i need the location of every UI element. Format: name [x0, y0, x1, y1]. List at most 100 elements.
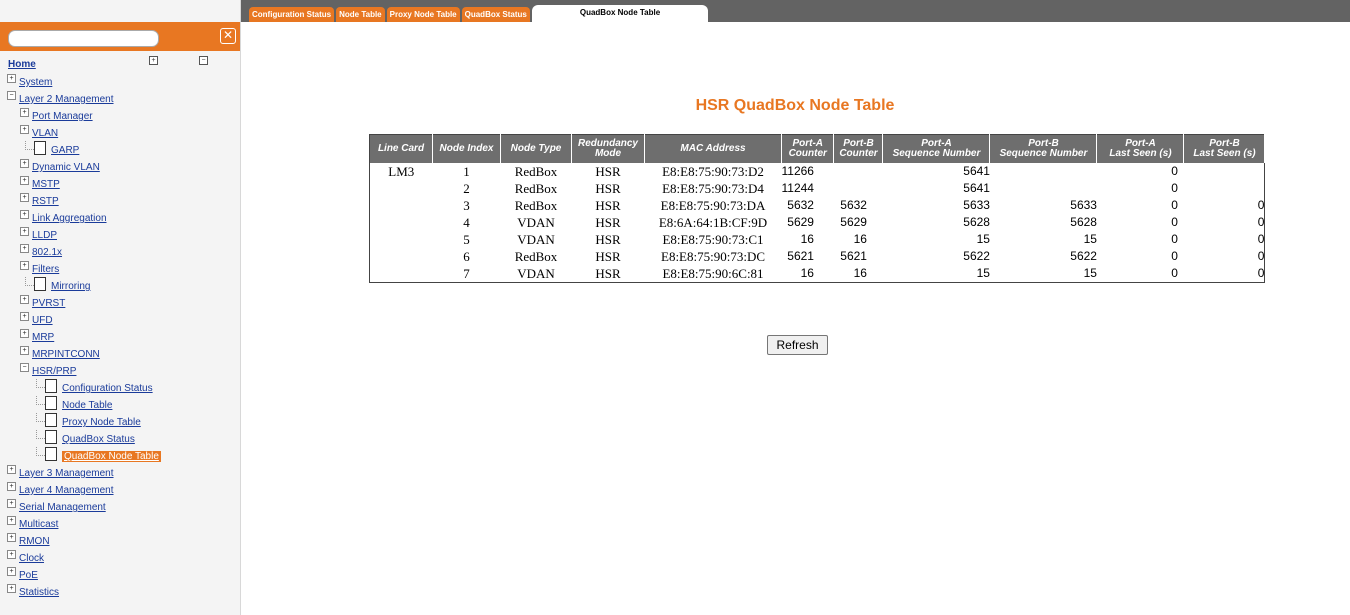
- sidebar-item-garp[interactable]: GARP: [0, 141, 240, 158]
- collapse-icon[interactable]: −: [20, 363, 29, 372]
- sidebar-item-system[interactable]: + System: [0, 73, 240, 90]
- sidebar-item-label[interactable]: GARP: [51, 145, 79, 156]
- expand-icon[interactable]: +: [20, 108, 29, 117]
- sidebar-item-label[interactable]: QuadBox Node Table: [62, 451, 161, 462]
- sidebar-item-label[interactable]: Configuration Status: [62, 383, 153, 394]
- sidebar-item-serial-management[interactable]: + Serial Management: [0, 498, 240, 515]
- tab-quadbox-status[interactable]: QuadBox Status: [461, 7, 530, 22]
- sidebar-item-label[interactable]: Port Manager: [32, 111, 93, 122]
- sidebar-item-mrp[interactable]: + MRP: [0, 328, 240, 345]
- sidebar-item-label[interactable]: MRP: [32, 332, 54, 343]
- sidebar-item-label[interactable]: 802.1x: [32, 247, 62, 258]
- sidebar-item-label[interactable]: QuadBox Status: [62, 434, 135, 445]
- collapse-icon[interactable]: −: [7, 91, 16, 100]
- sidebar-item-label[interactable]: Clock: [19, 553, 44, 564]
- sidebar-item-label[interactable]: MRPINTCONN: [32, 349, 100, 360]
- sidebar-item-label[interactable]: LLDP: [32, 230, 57, 241]
- sidebar-item-lldp[interactable]: + LLDP: [0, 226, 240, 243]
- sidebar-item-label[interactable]: Statistics: [19, 587, 59, 598]
- tab-configuration-status[interactable]: Configuration Status: [249, 7, 335, 22]
- expand-icon[interactable]: +: [20, 193, 29, 202]
- sidebar-item-mstp[interactable]: + MSTP: [0, 175, 240, 192]
- document-icon: [45, 430, 57, 444]
- expand-icon[interactable]: +: [7, 465, 16, 474]
- sidebar-search-input[interactable]: [8, 30, 159, 47]
- sidebar-item-proxy-node-table[interactable]: Proxy Node Table: [0, 413, 240, 430]
- sidebar-item-quadbox-node-table[interactable]: QuadBox Node Table: [0, 447, 240, 464]
- sidebar-item-label[interactable]: RMON: [19, 536, 50, 547]
- sidebar-item-dynamic-vlan[interactable]: + Dynamic VLAN: [0, 158, 240, 175]
- sidebar-item-pvrst[interactable]: + PVRST: [0, 294, 240, 311]
- sidebar-item-filters[interactable]: + Filters: [0, 260, 240, 277]
- table-cell: 0: [1257, 215, 1265, 229]
- expand-icon[interactable]: +: [7, 516, 16, 525]
- sidebar-item-label[interactable]: PVRST: [32, 298, 65, 309]
- sidebar-item-label[interactable]: RSTP: [32, 196, 59, 207]
- sidebar-item-label[interactable]: Link Aggregation: [32, 213, 107, 224]
- expand-icon[interactable]: +: [7, 584, 16, 593]
- sidebar-item-statistics[interactable]: + Statistics: [0, 583, 240, 600]
- sidebar-item-multicast[interactable]: + Multicast: [0, 515, 240, 532]
- sidebar-item-label[interactable]: Serial Management: [19, 502, 106, 513]
- expand-icon[interactable]: +: [7, 533, 16, 542]
- sidebar-item-clock[interactable]: + Clock: [0, 549, 240, 566]
- sidebar-item-port-manager[interactable]: + Port Manager: [0, 107, 240, 124]
- sidebar-item-label[interactable]: VLAN: [32, 128, 58, 139]
- sidebar-item-label[interactable]: Mirroring: [51, 281, 90, 292]
- sidebar-item-label[interactable]: PoE: [19, 570, 38, 581]
- sidebar-item-layer-4-management[interactable]: + Layer 4 Management: [0, 481, 240, 498]
- sidebar-item-hsr-prp[interactable]: − HSR/PRP: [0, 362, 240, 379]
- expand-icon[interactable]: +: [20, 261, 29, 270]
- expand-all-icon[interactable]: +: [149, 56, 158, 65]
- sidebar-item-label[interactable]: Layer 3 Management: [19, 468, 114, 479]
- expand-icon[interactable]: +: [7, 499, 16, 508]
- sidebar-item-vlan[interactable]: + VLAN: [0, 124, 240, 141]
- expand-icon[interactable]: +: [20, 210, 29, 219]
- tab-quadbox-node-table[interactable]: QuadBox Node Table: [531, 5, 709, 22]
- expand-icon[interactable]: +: [20, 176, 29, 185]
- sidebar-item-poe[interactable]: + PoE: [0, 566, 240, 583]
- sidebar-item-label[interactable]: Filters: [32, 264, 59, 275]
- sidebar-item-label[interactable]: Layer 4 Management: [19, 485, 114, 496]
- sidebar-item-layer-3-management[interactable]: + Layer 3 Management: [0, 464, 240, 481]
- tab-proxy-node-table[interactable]: Proxy Node Table: [386, 7, 460, 22]
- expand-icon[interactable]: +: [20, 312, 29, 321]
- tab-node-table[interactable]: Node Table: [336, 7, 385, 22]
- sidebar-item-label[interactable]: HSR/PRP: [32, 366, 76, 377]
- sidebar-item-mrpintconn[interactable]: + MRPINTCONN: [0, 345, 240, 362]
- sidebar-item-label[interactable]: Layer 2 Management: [19, 94, 114, 105]
- sidebar-item-802-1x[interactable]: +802.1x: [0, 243, 240, 260]
- expand-icon[interactable]: +: [7, 74, 16, 83]
- expand-icon[interactable]: +: [20, 159, 29, 168]
- expand-icon[interactable]: +: [7, 550, 16, 559]
- close-icon[interactable]: ✕: [220, 28, 236, 44]
- home-link[interactable]: Home: [8, 59, 36, 70]
- sidebar-item-label[interactable]: Proxy Node Table: [62, 417, 141, 428]
- collapse-all-icon[interactable]: −: [199, 56, 208, 65]
- expand-icon[interactable]: +: [7, 482, 16, 491]
- sidebar-item-label[interactable]: MSTP: [32, 179, 60, 190]
- sidebar-item-label[interactable]: Node Table: [62, 400, 112, 411]
- sidebar-item-rstp[interactable]: + RSTP: [0, 192, 240, 209]
- sidebar-item-mirroring[interactable]: Mirroring: [0, 277, 240, 294]
- sidebar-item-label[interactable]: Multicast: [19, 519, 58, 530]
- sidebar-item-ufd[interactable]: + UFD: [0, 311, 240, 328]
- expand-icon[interactable]: +: [7, 567, 16, 576]
- expand-icon[interactable]: +: [20, 295, 29, 304]
- sidebar-item-label[interactable]: System: [19, 77, 52, 88]
- sidebar-item-label[interactable]: UFD: [32, 315, 53, 326]
- sidebar-item-node-table[interactable]: Node Table: [0, 396, 240, 413]
- refresh-button[interactable]: Refresh: [767, 335, 828, 355]
- sidebar-item-label[interactable]: Dynamic VLAN: [32, 162, 100, 173]
- sidebar-item-link-aggregation[interactable]: + Link Aggregation: [0, 209, 240, 226]
- expand-icon[interactable]: +: [20, 346, 29, 355]
- sidebar-item-configuration-status[interactable]: Configuration Status: [0, 379, 240, 396]
- sidebar-item-rmon[interactable]: + RMON: [0, 532, 240, 549]
- tree-connector: [36, 396, 45, 405]
- sidebar-item-layer-2-management[interactable]: − Layer 2 Management: [0, 90, 240, 107]
- expand-icon[interactable]: +: [20, 227, 29, 236]
- expand-icon[interactable]: +: [20, 244, 29, 253]
- expand-icon[interactable]: +: [20, 329, 29, 338]
- expand-icon[interactable]: +: [20, 125, 29, 134]
- sidebar-item-quadbox-status[interactable]: QuadBox Status: [0, 430, 240, 447]
